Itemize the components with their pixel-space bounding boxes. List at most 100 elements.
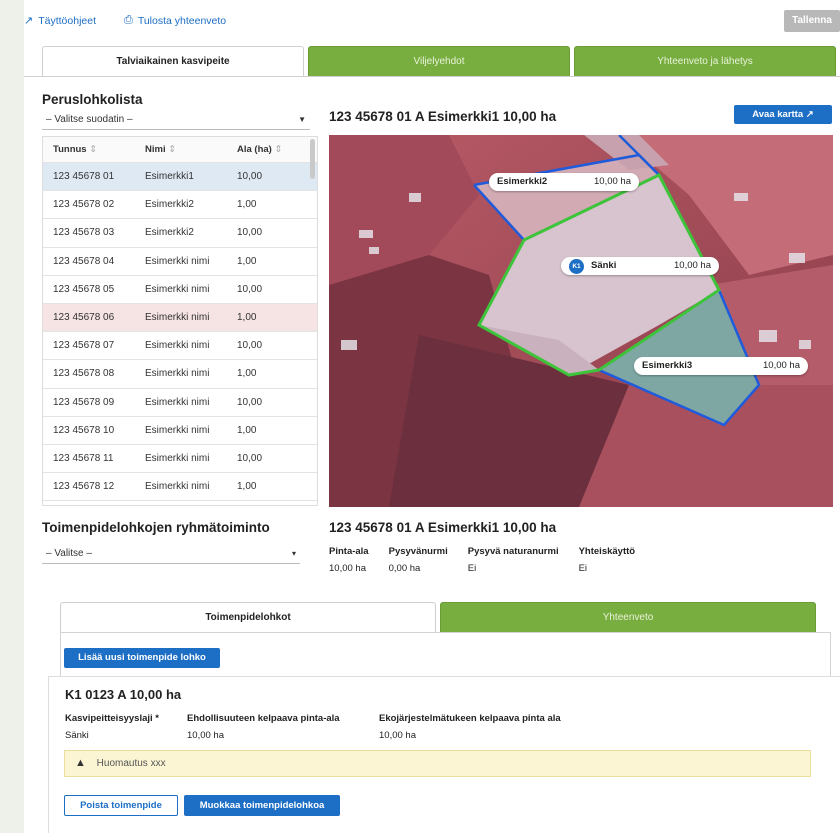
cell-name: Esimerkki nimi bbox=[145, 283, 210, 295]
print-link[interactable]: ⎙ Tulosta yhteenveto bbox=[124, 14, 226, 27]
parcel-badge: K1 bbox=[569, 258, 584, 274]
chevron-down-icon: ▾ bbox=[291, 549, 296, 558]
cell-area: 10,00 bbox=[237, 227, 263, 239]
cell-name: Esimerkki nimi bbox=[145, 340, 210, 352]
cell-area: 1,00 bbox=[237, 255, 257, 267]
table-row[interactable]: 123 45678 12 Esimerkki nimi 1,00 bbox=[43, 473, 317, 502]
table-row[interactable]: 123 45678 04 Esimerkki nimi 1,00 bbox=[43, 248, 317, 276]
filter-select-value: – Valitse suodatin – bbox=[46, 114, 133, 125]
field-value-eligible-area: 10,00 ha bbox=[187, 730, 224, 741]
table-row[interactable]: 123 45678 01 Esimerkki1 10,00 bbox=[43, 163, 317, 192]
cell-name: Esimerkki2 bbox=[145, 199, 194, 211]
help-link-label: Täyttöohjeet bbox=[38, 14, 97, 27]
cell-id: 123 45678 08 bbox=[53, 368, 115, 380]
table-header: Tunnus ⇕ Nimi ⇕ Ala (ha) ⇕ bbox=[43, 137, 317, 163]
field-label-eco-area: Ekojärjestelmätukeen kelpaava pinta ala bbox=[379, 713, 561, 724]
tab-action-parcels[interactable]: Toimenpidelohkot bbox=[60, 602, 436, 632]
card-title: K1 0123 A 10,00 ha bbox=[65, 687, 182, 702]
parcel-table: Tunnus ⇕ Nimi ⇕ Ala (ha) ⇕ 123 45678 01 E… bbox=[42, 136, 318, 506]
table-scrollbar[interactable] bbox=[310, 139, 315, 179]
cell-area: 1,00 bbox=[237, 424, 257, 436]
filter-select[interactable]: – Valitse suodatin – ▼ bbox=[42, 110, 310, 130]
cell-area: 1,00 bbox=[237, 481, 257, 493]
bottom-tabs: Toimenpidelohkot Yhteenveto bbox=[60, 602, 816, 632]
cell-area: 10,00 bbox=[237, 171, 263, 183]
table-row[interactable]: 123 45678 06 Esimerkki nimi 1,00 bbox=[43, 303, 317, 333]
details-fields: Pinta-ala 10,00 ha Pysyvänurmi 0,00 ha Pys… bbox=[329, 546, 635, 574]
map-label-esimerkki3[interactable]: Esimerkki3 10,00 ha bbox=[634, 357, 808, 375]
group-action-select-value: – Valitse – bbox=[46, 548, 92, 559]
cell-name: Esimerkki nimi bbox=[145, 424, 210, 436]
cell-id: 123 45678 02 bbox=[53, 199, 115, 211]
detail-area: Pinta-ala 10,00 ha bbox=[329, 546, 369, 574]
column-header-area[interactable]: Ala (ha) ⇕ bbox=[237, 144, 307, 155]
table-body: 123 45678 01 Esimerkki1 10,00 123 45678 02 E… bbox=[43, 163, 317, 505]
details-title: 123 45678 01 A Esimerkki1 10,00 ha bbox=[329, 520, 557, 535]
cell-id: 123 45678 06 bbox=[53, 312, 115, 324]
cell-name: Esimerkki nimi bbox=[145, 481, 210, 493]
chevron-down-icon: ▼ bbox=[298, 115, 306, 124]
map-title: 123 45678 01 A Esimerkki1 10,00 ha bbox=[329, 109, 557, 124]
application-page: ↗ Täyttöohjeet ⎙ Tulosta yhteenveto Tall… bbox=[24, 0, 840, 833]
table-row[interactable]: 123 45678 03 Esimerkki2 10,00 bbox=[43, 219, 317, 248]
open-map-button[interactable]: Avaa kartta ↗ bbox=[734, 105, 832, 124]
warning-icon: ▲ bbox=[75, 757, 86, 769]
tab-summary[interactable]: Yhteenveto bbox=[440, 602, 816, 632]
external-link-icon: ↗ bbox=[805, 109, 814, 120]
cell-id: 123 45678 09 bbox=[53, 396, 115, 408]
cell-area: 10,00 bbox=[237, 396, 263, 408]
cell-name: Esimerkki nimi bbox=[145, 452, 210, 464]
tab-divider bbox=[24, 76, 840, 77]
cell-name: Esimerkki nimi bbox=[145, 312, 210, 324]
tab-summary-submit[interactable]: Yhteenveto ja lähetys bbox=[574, 46, 836, 76]
cell-id: 123 45678 12 bbox=[53, 481, 115, 493]
detail-permanent-natural-grass: Pysyvä naturanurmi Ei bbox=[467, 546, 559, 574]
cell-name: Esimerkki1 bbox=[145, 171, 194, 183]
cell-area: 1,00 bbox=[237, 312, 257, 324]
help-link[interactable]: ↗ Täyttöohjeet bbox=[24, 14, 97, 28]
cell-name: Esimerkki2 bbox=[145, 227, 194, 239]
map-label-k1-sanki[interactable]: K1 Sänki 10,00 ha bbox=[561, 257, 719, 275]
cell-id: 123 45678 05 bbox=[53, 283, 115, 295]
table-row[interactable]: 123 45678 09 Esimerkki nimi 10,00 bbox=[43, 389, 317, 417]
table-row[interactable]: 123 45678 10 Esimerkki nimi 1,00 bbox=[43, 417, 317, 445]
group-action-title: Toimenpidelohkojen ryhmätoiminto bbox=[42, 520, 270, 535]
external-link-icon: ↗ bbox=[24, 15, 34, 27]
table-row[interactable]: 123 45678 07 Esimerkki nimi 10,00 bbox=[43, 332, 317, 361]
add-action-parcel-button[interactable]: Lisää uusi toimenpide lohko bbox=[64, 648, 220, 668]
field-value-crop-type: Sänki bbox=[65, 730, 89, 741]
column-header-name[interactable]: Nimi ⇕ bbox=[145, 144, 237, 155]
table-row[interactable]: 123 45678 02 Esimerkki2 1,00 bbox=[43, 191, 317, 220]
cell-name: Esimerkki nimi bbox=[145, 368, 210, 380]
tab-cultivation-conditions[interactable]: Viljelyehdot bbox=[308, 46, 570, 76]
warning-notice: ▲ Huomautus xxx bbox=[64, 750, 811, 777]
field-label-eligible-area: Ehdollisuuteen kelpaava pinta-ala bbox=[187, 713, 340, 724]
save-button[interactable]: Tallenna bbox=[784, 10, 840, 32]
field-label-crop-type: Kasvipeitteisyyslaji * bbox=[65, 713, 159, 724]
cell-area: 10,00 bbox=[237, 340, 263, 352]
map-label-esimerkki2[interactable]: Esimerkki2 10,00 ha bbox=[489, 173, 639, 191]
cell-name: Esimerkki nimi bbox=[145, 255, 210, 267]
table-row[interactable]: 123 45678 05 Esimerkki nimi 10,00 bbox=[43, 276, 317, 304]
print-link-label: Tulosta yhteenveto bbox=[137, 14, 227, 27]
cell-area: 10,00 bbox=[237, 452, 263, 464]
group-action-select[interactable]: – Valitse – ▾ bbox=[42, 544, 300, 564]
detail-shared-use: Yhteiskäyttö Ei bbox=[578, 546, 636, 574]
table-row[interactable]: 123 45678 13Esimerkki nimi10,00 bbox=[43, 501, 317, 505]
cell-area: 10,00 bbox=[237, 283, 263, 295]
cell-area: 1,00 bbox=[237, 199, 257, 211]
table-row[interactable]: 123 45678 08 Esimerkki nimi 1,00 bbox=[43, 360, 317, 389]
delete-action-button[interactable]: Poista toimenpide bbox=[64, 795, 178, 816]
cell-id: 123 45678 07 bbox=[53, 340, 115, 352]
column-header-id[interactable]: Tunnus ⇕ bbox=[43, 144, 145, 155]
tab-winter-cover[interactable]: Talviaikainen kasvipeite bbox=[42, 46, 304, 76]
cell-id: 123 45678 11 bbox=[53, 452, 114, 464]
edit-action-parcel-button[interactable]: Muokkaa toimenpidelohkoa bbox=[184, 795, 340, 816]
parcel-map[interactable]: Esimerkki2 10,00 ha K1 Sänki 10,00 ha Es… bbox=[329, 135, 833, 507]
warning-text: Huomautus xxx bbox=[96, 758, 166, 769]
print-icon: ⎙ bbox=[124, 14, 133, 26]
cell-id: 123 45678 03 bbox=[53, 227, 115, 239]
cell-id: 123 45678 01 bbox=[53, 171, 115, 183]
table-row[interactable]: 123 45678 11 Esimerkki nimi 10,00 bbox=[43, 445, 317, 474]
cell-name: Esimerkki nimi bbox=[145, 396, 210, 408]
